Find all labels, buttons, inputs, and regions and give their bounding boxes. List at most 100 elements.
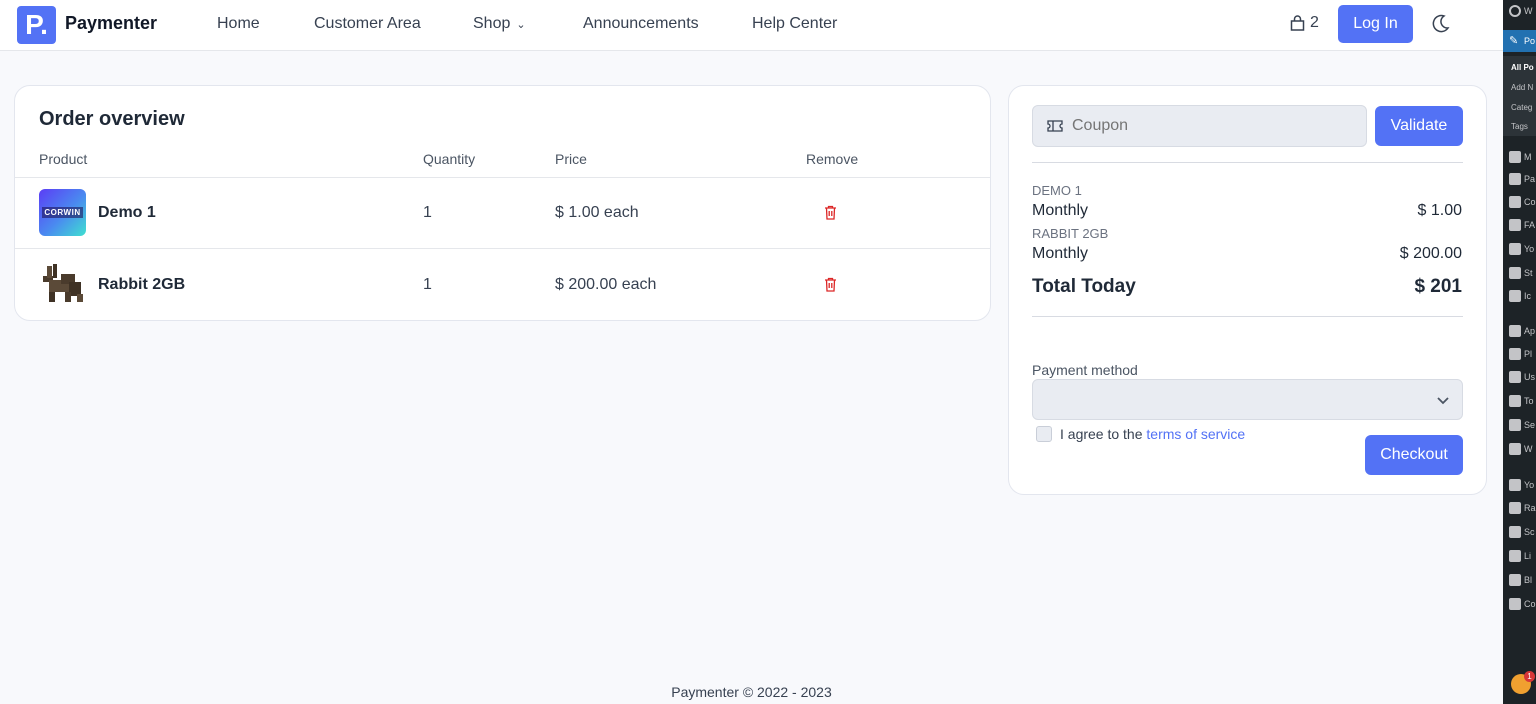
total-label: Total Today [1032, 276, 1136, 297]
footer-copyright: Paymenter © 2022 - 2023 [671, 684, 832, 700]
payment-method-label: Payment method [1032, 362, 1138, 378]
product-name: Rabbit 2GB [98, 276, 186, 293]
login-button[interactable]: Log In [1338, 5, 1413, 43]
wp-menu-item[interactable]: Ic [1503, 285, 1536, 307]
wp-menu-item[interactable]: Ra [1503, 497, 1536, 519]
wordpress-icon [1509, 5, 1521, 17]
checkout-button[interactable]: Checkout [1365, 435, 1463, 475]
wp-submenu-item[interactable]: Tags [1503, 117, 1536, 136]
thumbnail-logo-text: CORWIN [42, 207, 83, 218]
wp-menu-label: Sc [1524, 527, 1535, 537]
wp-menu-item[interactable]: W [1503, 438, 1536, 460]
cart-bag-icon [1290, 15, 1305, 31]
terms-checkbox[interactable] [1036, 426, 1052, 442]
order-title: Order overview [39, 108, 185, 130]
divider [1032, 316, 1463, 317]
wp-menu-item[interactable]: Se [1503, 414, 1536, 436]
wp-menu-icon [1509, 371, 1521, 383]
wp-menu-label: Yo [1524, 244, 1535, 254]
wp-menu-label: Ra [1524, 503, 1536, 513]
wp-menu-icon [1509, 290, 1521, 302]
payment-method-select[interactable] [1032, 379, 1463, 420]
wp-menu-icon [1509, 267, 1521, 279]
wp-menu-item[interactable]: Yo [1503, 238, 1536, 260]
wp-menu-item[interactable]: Pl [1503, 343, 1536, 365]
trash-icon[interactable] [824, 277, 837, 292]
summary-item-period: Monthly [1032, 202, 1089, 219]
product-price: $ 200.00 each [555, 276, 657, 293]
wp-menu-icon [1509, 550, 1521, 562]
summary-item-name: DEMO 1 [1032, 183, 1082, 198]
wp-submenu-item[interactable]: Categ [1503, 98, 1536, 117]
summary-item-price: $ 200.00 [1399, 245, 1462, 262]
wp-menu-item[interactable]: Bl [1503, 569, 1536, 591]
wp-menu-item[interactable]: To [1503, 390, 1536, 412]
product-name: Demo 1 [98, 204, 156, 221]
column-header-quantity: Quantity [423, 151, 476, 167]
wp-submenu: All Po Add N Categ Tags [1503, 56, 1536, 136]
terms-prefix: I agree to the [1060, 426, 1147, 442]
top-navbar: P. Paymenter Home Customer Area Shop ⌄ An… [0, 0, 1503, 51]
wp-menu-item[interactable]: Pa [1503, 168, 1536, 190]
wp-menu-item[interactable]: Li [1503, 545, 1536, 567]
wp-menu-item[interactable]: W [1503, 0, 1536, 22]
wp-menu-label: Se [1524, 420, 1536, 430]
divider [15, 248, 990, 249]
wp-menu-item[interactable]: Co [1503, 191, 1536, 213]
wp-menu-item[interactable]: Sc [1503, 521, 1536, 543]
wp-menu-label: Po [1524, 36, 1536, 46]
dark-mode-toggle-icon[interactable] [1432, 14, 1450, 34]
notification-bubble-icon[interactable]: 1 [1511, 671, 1535, 694]
validate-coupon-button[interactable]: Validate [1375, 106, 1463, 146]
chevron-down-icon [1437, 397, 1449, 405]
terms-of-service-link[interactable]: terms of service [1146, 426, 1245, 442]
coupon-input[interactable] [1032, 105, 1367, 147]
wp-menu-item[interactable]: M [1503, 146, 1536, 168]
wp-menu-label: W [1524, 444, 1533, 454]
wp-menu-item[interactable]: FA [1503, 214, 1536, 236]
wp-menu-icon [1509, 526, 1521, 538]
wp-menu-icon [1509, 395, 1521, 407]
wp-menu-icon [1509, 196, 1521, 208]
wp-menu-label: Ap [1524, 326, 1536, 336]
wp-menu-label: Pl [1524, 349, 1533, 359]
brand-logo[interactable]: P. [17, 6, 56, 44]
product-quantity: 1 [423, 204, 432, 221]
wp-menu-icon [1509, 598, 1521, 610]
wp-menu-icon [1509, 151, 1521, 163]
product-quantity: 1 [423, 276, 432, 293]
nav-announcements[interactable]: Announcements [583, 15, 699, 33]
wp-menu-label: Yo [1524, 480, 1535, 490]
cart-count: 2 [1310, 14, 1319, 31]
wp-menu-item[interactable]: Yo [1503, 474, 1536, 496]
wp-menu-label: Ic [1524, 291, 1532, 301]
nav-customer-area[interactable]: Customer Area [314, 15, 421, 33]
brand-name[interactable]: Paymenter [65, 13, 157, 34]
summary-item-price: $ 1.00 [1417, 202, 1462, 219]
wp-menu-label: W [1524, 6, 1533, 16]
wp-menu-label: FA [1524, 220, 1536, 230]
chevron-down-icon: ⌄ [516, 19, 526, 31]
wp-menu-label: Li [1524, 551, 1532, 561]
wp-menu-item[interactable]: St [1503, 262, 1536, 284]
nav-shop[interactable]: Shop ⌄ [473, 15, 526, 33]
product-thumbnail [43, 264, 83, 302]
wp-menu-label: To [1524, 396, 1534, 406]
nav-home[interactable]: Home [217, 15, 260, 33]
wp-menu-icon [1509, 574, 1521, 586]
wp-menu-item[interactable]: Ap [1503, 320, 1536, 342]
wp-submenu-item[interactable]: Add N [1503, 78, 1536, 97]
ticket-icon [1047, 120, 1063, 132]
trash-icon[interactable] [824, 205, 837, 220]
wp-menu-item[interactable]: Us [1503, 366, 1536, 388]
total-value: $ 201 [1414, 276, 1462, 297]
wp-submenu-item[interactable]: All Po [1503, 58, 1536, 77]
wp-menu-label: Us [1524, 372, 1535, 382]
wp-menu-item[interactable]: Co [1503, 593, 1536, 615]
cart-button[interactable]: 2 [1290, 14, 1319, 32]
wp-menu-item-posts[interactable]: ✎ Po [1503, 30, 1536, 52]
product-price: $ 1.00 each [555, 204, 639, 221]
summary-item-name: RABBIT 2GB [1032, 226, 1109, 241]
nav-help-center[interactable]: Help Center [752, 15, 837, 33]
summary-item-period: Monthly [1032, 245, 1089, 262]
